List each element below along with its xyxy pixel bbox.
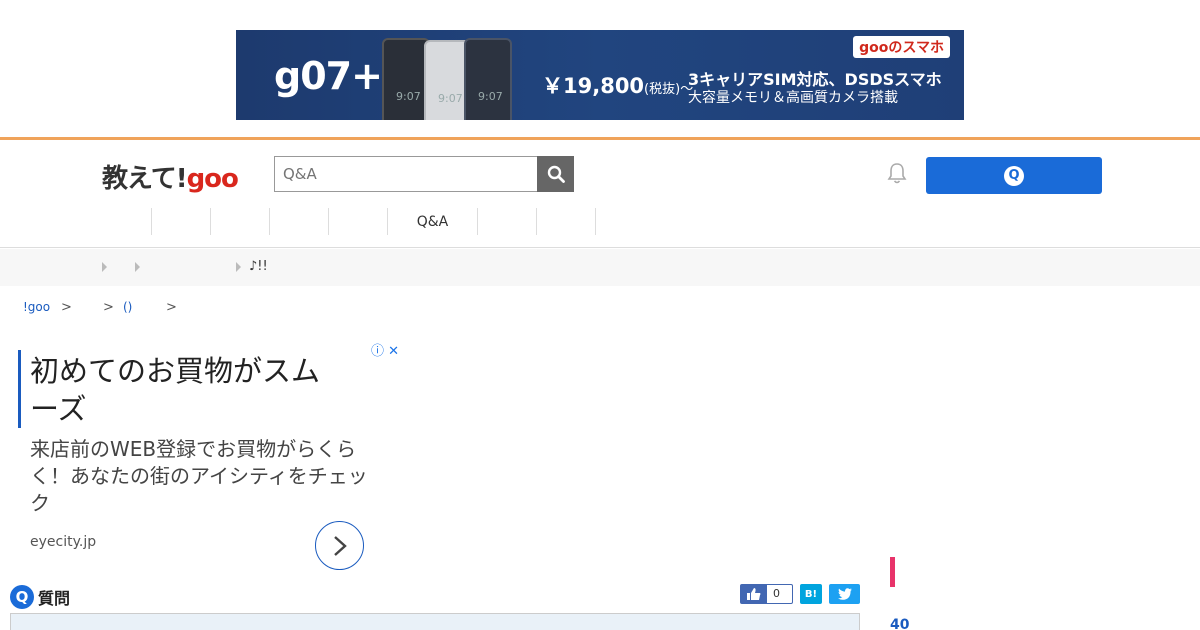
hatena-bookmark-button[interactable]: B! (800, 584, 822, 604)
phone-image-black: 9:07 (382, 38, 430, 120)
site-header: 教えて!goo Q Q&A (0, 140, 1200, 248)
question-header: Q 質問 (10, 585, 70, 609)
nav-item-qa[interactable]: Q&A (388, 208, 478, 235)
notice-bar: ♪!! (0, 249, 1200, 286)
chevron-right-icon (102, 262, 107, 272)
ask-question-button[interactable]: Q (926, 157, 1102, 194)
twitter-bird-icon (837, 588, 852, 600)
chevron-right-icon (333, 535, 347, 556)
banner-brand-logo: gooのスマホ (853, 36, 950, 58)
thumbs-up-icon (741, 585, 767, 603)
ad-domain: eyecity.jp (30, 534, 97, 550)
question-icon: Q (10, 585, 34, 609)
twitter-share-button[interactable] (829, 584, 860, 604)
ad-body: 来店前のWEB登録でお買物がらくらく！あなたの街のアイシティをチェック (30, 437, 368, 515)
nav-item-3[interactable] (211, 208, 270, 235)
question-label: 質問 (38, 589, 71, 608)
question-body (10, 613, 860, 630)
ad-arrow-button[interactable] (315, 521, 364, 570)
category-nav: Q&A (92, 208, 596, 235)
ad-headline[interactable]: 初めてのお買物がスムーズ (30, 352, 330, 428)
site-logo[interactable]: 教えて!goo (102, 158, 239, 195)
nav-item-2[interactable] (152, 208, 211, 235)
nav-item-4[interactable] (270, 208, 329, 235)
bell-icon[interactable] (886, 162, 908, 186)
banner-price: ￥19,800(税抜)～ (542, 70, 693, 100)
breadcrumb-sep: > (166, 300, 177, 315)
nav-item-1[interactable] (92, 208, 152, 235)
banner-ad[interactable]: g07++ 9:07 9:07 9:07 ￥19,800(税抜)～ gooのスマ… (236, 30, 964, 120)
logo-text: 教えて! (102, 164, 188, 194)
info-icon[interactable]: ⓘ (371, 344, 384, 359)
nav-item-8[interactable] (537, 208, 596, 235)
search-icon (547, 165, 565, 183)
notice-link[interactable]: ♪!! (249, 259, 268, 274)
phone-screen-text: 9:07 (478, 90, 503, 103)
price-note: (税抜)～ (644, 82, 694, 97)
search-input[interactable] (274, 156, 538, 192)
logo-goo: goo (186, 164, 239, 194)
top-banner-area: g07++ 9:07 9:07 9:07 ￥19,800(税抜)～ gooのスマ… (0, 0, 1200, 137)
phone-screen-text: 9:07 (396, 90, 421, 103)
chevron-right-icon (236, 262, 241, 272)
search-button[interactable] (537, 156, 574, 192)
like-count: 0 (773, 587, 780, 600)
question-q-icon: Q (1004, 165, 1024, 186)
ranking-accent-bar (890, 557, 895, 587)
phone-image-navy: 9:07 (464, 38, 512, 120)
breadcrumb-sep: > (103, 300, 114, 315)
sponsored-ad[interactable]: ⓘ ✕ 初めてのお買物がスムーズ 来店前のWEB登録でお買物がらくらく！あなたの… (18, 340, 403, 575)
ad-accent-bar (18, 350, 21, 428)
close-icon[interactable]: ✕ (388, 344, 399, 359)
nav-item-7[interactable] (478, 208, 537, 235)
breadcrumb-root[interactable]: !goo (23, 300, 50, 314)
phone-screen-text: 9:07 (438, 92, 463, 105)
breadcrumb-item[interactable]: () (123, 300, 132, 314)
chevron-right-icon (135, 262, 140, 272)
search-box (274, 156, 574, 192)
ad-controls: ⓘ ✕ (371, 340, 399, 359)
facebook-like-button[interactable]: 0 (740, 584, 793, 604)
banner-line2: 大容量メモリ＆高画質カメラ搭載 (688, 90, 898, 106)
price-value: ￥19,800 (542, 74, 645, 98)
breadcrumb-sep: > (61, 300, 72, 315)
ranking-number[interactable]: 40 (890, 617, 909, 630)
nav-item-5[interactable] (329, 208, 388, 235)
